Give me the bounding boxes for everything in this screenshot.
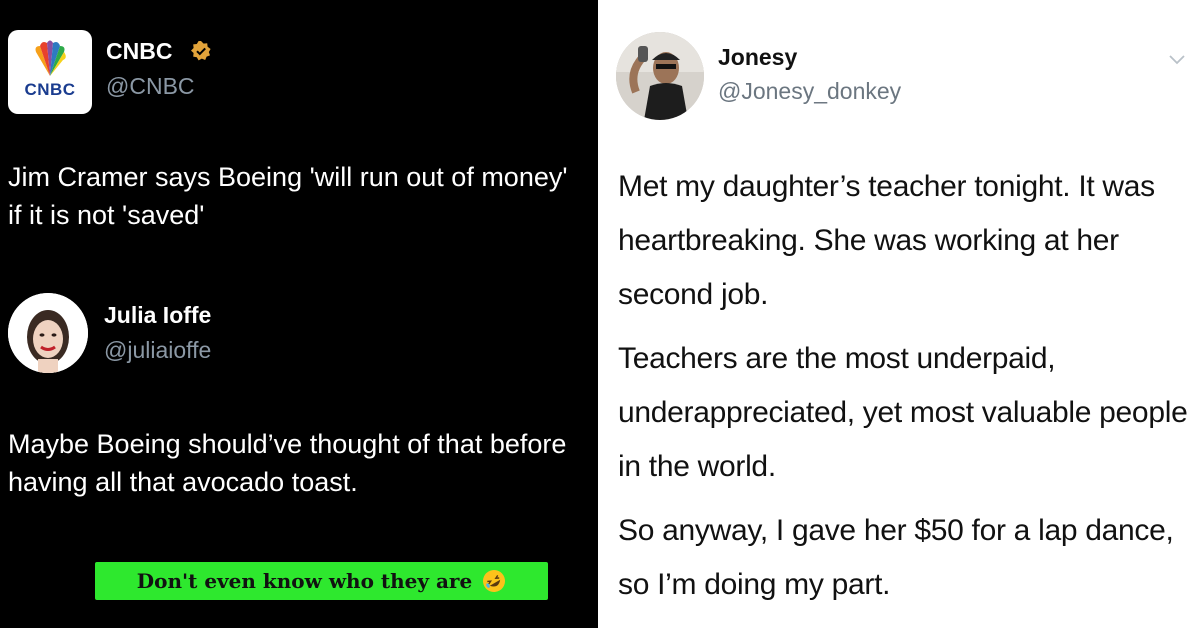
jonesy-handle[interactable]: @Jonesy_donkey — [718, 78, 901, 105]
tweet-paragraph: So anyway, I gave her $50 for a lap danc… — [618, 514, 1174, 601]
cnbc-handle[interactable]: @CNBC — [106, 73, 195, 100]
caption-banner: Don't even know who they are — [95, 562, 548, 600]
rolling-on-floor-laughing-icon — [483, 570, 506, 592]
cnbc-tweet-text: Jim Cramer says Boeing 'will run out of … — [8, 162, 568, 230]
peacock-logo-icon — [35, 40, 66, 76]
woman-portrait-icon — [8, 293, 88, 373]
tweet-paragraph: Met my daughter’s teacher tonight. It wa… — [618, 170, 1155, 311]
cnbc-logo-text: CNBC — [24, 80, 76, 99]
cnbc-display-name[interactable]: CNBC — [106, 38, 172, 65]
jonesy-tweet-text: Met my daughter’s teacher tonight. It wa… — [618, 160, 1193, 622]
right-tweet-panel: Jonesy @Jonesy_donkey Met my daughter’s … — [602, 0, 1200, 628]
man-portrait-icon — [616, 32, 704, 120]
caption-text: Don't even know who they are — [136, 569, 473, 593]
cnbc-avatar[interactable]: CNBC — [8, 30, 92, 114]
julia-handle[interactable]: @juliaioffe — [104, 337, 211, 364]
julia-avatar[interactable] — [8, 293, 88, 373]
jonesy-avatar[interactable] — [616, 32, 704, 120]
jonesy-display-name[interactable]: Jonesy — [718, 44, 797, 71]
verified-badge-icon — [191, 41, 211, 61]
tweet-paragraph: Teachers are the most underpaid, underap… — [618, 342, 1188, 483]
left-meme-panel: CNBC CNBC @CNBC Jim Cramer says Boeing '… — [0, 0, 598, 628]
chevron-down-icon[interactable] — [1168, 54, 1186, 66]
julia-display-name[interactable]: Julia Ioffe — [104, 302, 211, 329]
julia-tweet-text: Maybe Boeing should’ve thought of that b… — [8, 429, 567, 497]
